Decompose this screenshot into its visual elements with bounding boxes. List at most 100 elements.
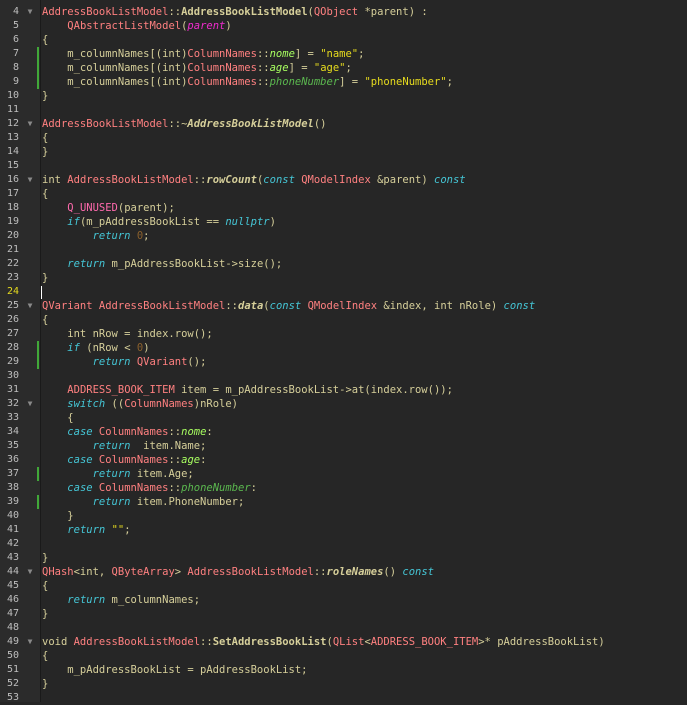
code-text: return item.Age; [42,467,194,481]
code-line[interactable]: 14} [7,145,687,159]
code-line[interactable]: 10} [7,89,687,103]
code-line[interactable]: 15 [7,159,687,173]
code-line[interactable]: 30 [7,369,687,383]
code-token: phoneNumber [269,76,340,88]
code-line[interactable]: 49 ▼ void AddressBookListModel::SetAddress… [7,635,687,649]
fold-arrow-icon[interactable]: ▼ [25,173,35,187]
code-line[interactable]: 44 ▼ QHash<int, QByteArray> AddressBookLis… [7,565,687,579]
code-text: return QVariant(); [42,355,207,369]
code-token: *parent) : [358,6,428,18]
code-line[interactable]: 5 QAbstractListModel(parent) [13,19,687,33]
code-line[interactable]: 53 [7,691,687,705]
code-token: >* pAddressBookList) [478,636,605,648]
code-token: return [92,356,131,368]
code-line[interactable]: 42 [7,537,687,551]
code-line[interactable]: 22 return m_pAddressBookList->size(); [7,257,687,271]
code-line[interactable]: 23} [7,271,687,285]
code-line[interactable]: 11 [7,103,687,117]
code-token: :: [256,76,270,88]
line-number: 36 [6,454,19,465]
code-text: } [42,551,48,565]
code-line[interactable]: 9 m_columnNames[(int)ColumnNames::phoneN… [13,75,687,89]
code-token: item.Name; [130,440,207,452]
code-line[interactable]: 4 ▼ AddressBookListModel::AddressBookListM… [13,5,687,19]
code-line[interactable]: 17 { [7,187,687,201]
code-text: { [42,411,73,425]
code-line[interactable]: 31 ADDRESS_BOOK_ITEM item = m_pAddressBo… [7,383,687,397]
code-token: :: [225,300,238,312]
code-line[interactable]: 18 Q_UNUSED(parent); [7,201,687,215]
code-line[interactable]: 24 [7,285,687,299]
line-number: 44 [6,566,19,577]
code-line[interactable]: 43} [7,551,687,565]
code-line[interactable]: 8 m_columnNames[(int)ColumnNames::age] =… [13,61,687,75]
code-line[interactable]: 51 m_pAddressBookList = pAddressBookList… [7,663,687,677]
code-line[interactable]: 47} [7,607,687,621]
code-line[interactable]: 36 case ColumnNames::age: [7,453,687,467]
code-line[interactable]: 7 m_columnNames[(int)ColumnNames::nome] … [13,47,687,61]
code-line[interactable]: 46 return m_columnNames; [7,593,687,607]
code-token: case [67,454,93,466]
code-line[interactable]: 20 return 0; [7,229,687,243]
code-line[interactable]: 48 [7,621,687,635]
code-area[interactable]: 4 ▼ AddressBookListModel::AddressBookListM… [7,0,687,705]
code-line[interactable]: 27 int nRow = index.row(); [7,327,687,341]
code-token: <int, [73,566,112,578]
code-text: return m_columnNames; [42,593,200,607]
code-line[interactable]: 52} [7,677,687,691]
code-token: const [269,300,302,312]
code-line[interactable]: 26 { [7,313,687,327]
code-line[interactable]: 41 return ""; [7,523,687,537]
fold-arrow-icon[interactable]: ▼ [25,5,35,19]
code-token: (parent); [117,202,175,214]
code-token: } [42,90,49,102]
code-text: switch ((ColumnNames)nRole) [42,397,238,411]
fold-arrow-icon[interactable]: ▼ [25,117,35,131]
code-line[interactable]: 29 return QVariant(); [7,355,687,369]
code-line[interactable]: 32 ▼ switch ((ColumnNames)nRole) [7,397,687,411]
code-line[interactable]: 33 { [7,411,687,425]
code-token: return [92,440,131,452]
code-line[interactable]: 28 if (nRow < 0) [7,341,687,355]
code-line[interactable]: 6{ [13,33,687,47]
code-text: int AddressBookListModel::rowCount(const… [42,173,466,187]
fold-arrow-icon[interactable]: ▼ [25,397,35,411]
code-token: ] = [339,76,365,88]
code-line[interactable]: 21 [7,243,687,257]
fold-arrow-icon[interactable]: ▼ [25,635,35,649]
code-line[interactable]: 12 ▼ AddressBookListModel::~AddressBookLis… [7,117,687,131]
code-line[interactable]: 25 ▼ QVariant AddressBookListModel::data(c… [7,299,687,313]
code-line[interactable]: 38 case ColumnNames::phoneNumber: [7,481,687,495]
fold-arrow-icon[interactable]: ▼ [25,299,35,313]
code-token: ADDRESS_BOOK_ITEM [67,384,175,396]
code-token: } [42,608,49,620]
code-line[interactable]: 40 } [7,509,687,523]
fold-arrow-icon[interactable]: ▼ [25,565,35,579]
line-number: 45 [6,580,19,591]
code-line[interactable]: 35 return item.Name; [7,439,687,453]
code-line[interactable]: 34 case ColumnNames::nome: [7,425,687,439]
code-token: AddressBookListModel [98,300,226,312]
line-number: 34 [6,426,19,437]
code-line[interactable]: 19 if(m_pAddressBookList == nullptr) [7,215,687,229]
change-marker [37,61,39,75]
code-token: AddressBookListModel [42,6,169,18]
code-text: m_columnNames[(int)ColumnNames::phoneNum… [42,75,453,89]
code-line[interactable]: 37 return item.Age; [7,467,687,481]
code-token: : [250,482,257,494]
code-token: nome [269,48,295,60]
code-token: phoneNumber [181,482,251,494]
code-editor[interactable]: 4 ▼ AddressBookListModel::AddressBookListM… [0,0,687,705]
code-line[interactable]: 50 { [7,649,687,663]
code-token: &index, int nRole) [377,300,504,312]
code-line[interactable]: 45 { [7,579,687,593]
code-line[interactable]: 13 { [7,131,687,145]
code-token: int [162,76,182,88]
code-text: QAbstractListModel(parent) [42,19,231,33]
code-line[interactable]: 16 ▼ int AddressBookListModel::rowCount(co… [7,173,687,187]
code-text: void AddressBookListModel::SetAddressBoo… [42,635,605,649]
line-number: 9 [12,76,19,87]
line-number: 24 [6,286,19,297]
code-line[interactable]: 39 return item.PhoneNumber; [7,495,687,509]
